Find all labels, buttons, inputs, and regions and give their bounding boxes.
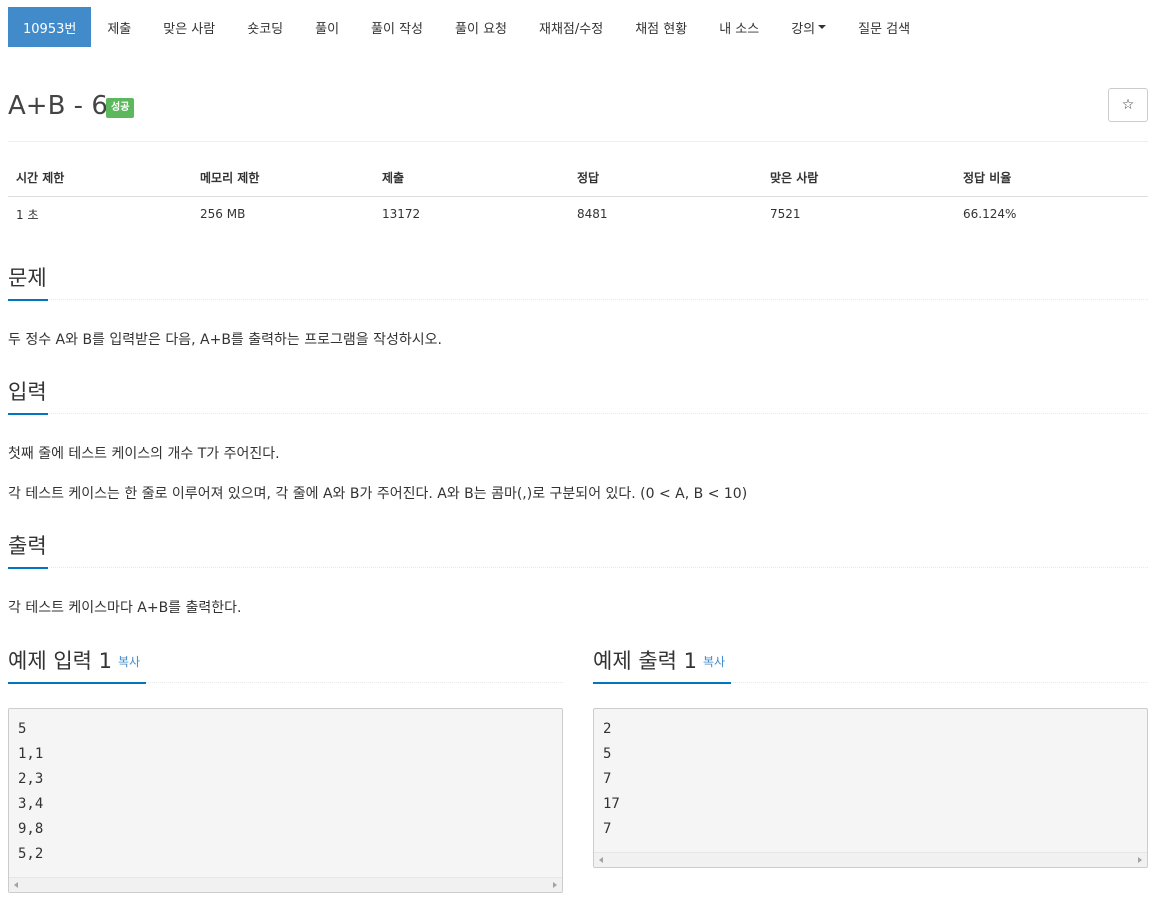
nav-request-solution[interactable]: 풀이 요청 (439, 7, 523, 47)
nav-write-solution[interactable]: 풀이 작성 (355, 7, 439, 47)
nav-short-coding[interactable]: 숏코딩 (231, 7, 299, 47)
output-description: 각 테스트 케이스마다 A+B를 출력한다. (8, 600, 242, 616)
nav-problem-number[interactable]: 10953번 (8, 7, 92, 47)
problem-title-row: A+B - 6 성공 ☆ (8, 88, 1148, 128)
title-divider (8, 141, 1148, 142)
heading-underline (8, 299, 48, 301)
sample-output-heading: 예제 출력 1 (593, 649, 697, 673)
value-ratio: 66.124% (963, 207, 1017, 222)
section-divider (8, 567, 1148, 568)
value-memory-limit: 256 MB (200, 207, 246, 222)
status-badge: 성공 (106, 98, 135, 118)
output-heading: 출력 (8, 534, 47, 558)
header-memory-limit: 메모리 제한 (192, 160, 374, 197)
nav-solutions[interactable]: 풀이 (299, 7, 355, 47)
problem-heading: 문제 (8, 266, 47, 290)
star-icon: ☆ (1121, 97, 1135, 113)
nav-rejudge[interactable]: 재채점/수정 (523, 7, 619, 47)
nav-status[interactable]: 채점 현황 (619, 7, 703, 47)
value-accepted: 8481 (577, 207, 608, 222)
copy-sample-input-button[interactable]: 복사 (118, 655, 140, 669)
nav-my-source[interactable]: 내 소스 (703, 7, 775, 47)
heading-underline (8, 413, 48, 415)
nav-lecture-dropdown[interactable]: 강의 (775, 7, 842, 47)
sample-input-header: 예제 입력 1 복사 (8, 645, 563, 687)
caret-down-icon (818, 25, 827, 29)
scroll-left-icon[interactable] (599, 857, 603, 863)
scroll-left-icon[interactable] (14, 882, 18, 888)
header-solvers: 맞은 사람 (762, 160, 955, 197)
heading-underline (8, 567, 48, 569)
scroll-right-icon[interactable] (553, 882, 557, 888)
nav-lecture-label: 강의 (791, 21, 816, 37)
sample-input-data: 5 1,1 2,3 3,4 9,8 5,2 (18, 721, 44, 862)
header-ratio: 정답 비율 (955, 160, 1148, 197)
table-row: 1 초 256 MB 13172 8481 7521 66.124% (8, 196, 1148, 232)
sample-input-box[interactable]: 5 1,1 2,3 3,4 9,8 5,2 (8, 708, 563, 893)
favorite-button[interactable]: ☆ (1108, 88, 1148, 122)
input-heading: 입력 (8, 380, 47, 404)
sample-output-data: 2 5 7 17 7 (603, 721, 620, 837)
sample-input-heading: 예제 입력 1 (8, 649, 112, 673)
page-title: A+B - 6 (8, 91, 108, 121)
problem-nav: 10953번 제출 맞은 사람 숏코딩 풀이 풀이 작성 풀이 요청 재채점/수… (8, 7, 926, 47)
scroll-right-icon[interactable] (1138, 857, 1142, 863)
heading-underline (593, 682, 731, 684)
heading-underline (8, 682, 146, 684)
input-description-line-2: 각 테스트 케이스는 한 줄로 이루어져 있으며, 각 줄에 A와 B가 주어진… (8, 486, 748, 502)
horizontal-scrollbar[interactable] (594, 852, 1147, 867)
problem-description: 두 정수 A와 B를 입력받은 다음, A+B를 출력하는 프로그램을 작성하시… (8, 332, 442, 348)
nav-solvers[interactable]: 맞은 사람 (147, 7, 231, 47)
table-header-row: 시간 제한 메모리 제한 제출 정답 맞은 사람 정답 비율 (8, 160, 1148, 197)
sample-output-header: 예제 출력 1 복사 (593, 645, 1148, 687)
input-description-line-1: 첫째 줄에 테스트 케이스의 개수 T가 주어진다. (8, 446, 280, 462)
value-time-limit: 1 초 (16, 207, 39, 222)
input-section-header: 입력 (8, 376, 1148, 418)
section-divider (8, 299, 1148, 300)
value-submissions: 13172 (382, 207, 421, 222)
header-submissions: 제출 (374, 160, 569, 197)
copy-sample-output-button[interactable]: 복사 (703, 655, 725, 669)
output-section-header: 출력 (8, 530, 1148, 572)
section-divider (8, 413, 1148, 414)
problem-info-table: 시간 제한 메모리 제한 제출 정답 맞은 사람 정답 비율 1 초 256 M… (8, 160, 1148, 232)
problem-section-header: 문제 (8, 262, 1148, 304)
horizontal-scrollbar[interactable] (9, 877, 562, 892)
header-accepted: 정답 (569, 160, 762, 197)
value-solvers: 7521 (770, 207, 801, 222)
sample-output-box[interactable]: 2 5 7 17 7 (593, 708, 1148, 868)
nav-submit[interactable]: 제출 (91, 7, 147, 47)
header-time-limit: 시간 제한 (8, 160, 192, 197)
nav-question-search[interactable]: 질문 검색 (842, 7, 926, 47)
